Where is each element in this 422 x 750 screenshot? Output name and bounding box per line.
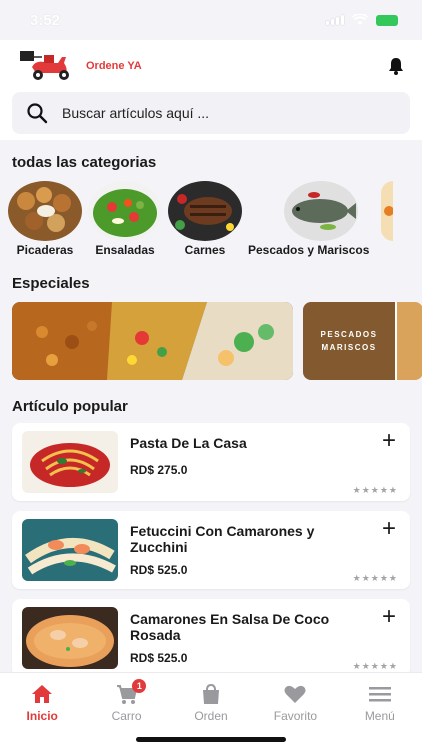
product-card[interactable]: Camarones En Salsa De Coco Rosada RD$ 52… (12, 599, 410, 677)
product-card[interactable]: Pasta De La Casa RD$ 275.0 + ★★★★★ (12, 423, 410, 501)
category-image (381, 181, 394, 241)
tab-menu[interactable]: Menú (338, 673, 422, 750)
tab-label: Orden (194, 709, 228, 723)
shopping-bag-icon (203, 683, 220, 704)
product-info: Fetuccini Con Camarones y Zucchini RD$ 5… (130, 519, 346, 581)
popular-title: Artículo popular (12, 398, 128, 415)
category-carnes[interactable]: Carnes (168, 181, 242, 257)
home-icon (32, 685, 53, 703)
categories-title: todas las categorias (12, 154, 157, 171)
category-list: Picaderas Ensaladas Carnes Pescados y Ma… (0, 181, 422, 257)
notification-bell-icon[interactable] (384, 54, 408, 78)
bottom-tab-bar: Inicio 1 Carro Orden Favorito Menú (0, 672, 422, 750)
rating-stars-icon: ★★★★★ (352, 485, 398, 495)
special-banner-pescados[interactable]: PESCADOS MARISCOS (303, 302, 422, 380)
search-input[interactable] (62, 105, 342, 121)
category-image (168, 181, 242, 241)
popular-list: Pasta De La Casa RD$ 275.0 + ★★★★★ Fetuc… (0, 423, 422, 677)
wifi-icon (352, 14, 368, 25)
product-name: Fetuccini Con Camarones y Zucchini (130, 523, 315, 555)
search-icon (27, 103, 48, 124)
product-image (22, 607, 118, 669)
category-pescados-mariscos[interactable]: Pescados y Mariscos (248, 181, 369, 257)
search-bar[interactable] (12, 92, 410, 134)
category-ensaladas[interactable]: Ensaladas (88, 181, 162, 257)
product-info: Pasta De La Casa RD$ 275.0 (130, 431, 346, 493)
category-more[interactable] (375, 181, 394, 257)
product-price: RD$ 525.0 (130, 563, 188, 577)
search-container (0, 92, 422, 140)
add-to-cart-plus-icon[interactable]: + (382, 517, 396, 541)
tab-label: Favorito (273, 709, 318, 723)
specials-carousel[interactable]: PESCADOS MARISCOS (0, 302, 422, 380)
category-label: Carnes (184, 243, 226, 257)
product-info: Camarones En Salsa De Coco Rosada RD$ 52… (130, 607, 346, 669)
category-label: Pescados y Mariscos (248, 243, 370, 257)
add-to-cart-plus-icon[interactable]: + (382, 429, 396, 453)
tab-label: Menú (364, 709, 395, 723)
product-card[interactable]: Fetuccini Con Camarones y Zucchini RD$ 5… (12, 511, 410, 589)
home-indicator (136, 737, 286, 742)
menu-hamburger-icon (368, 687, 391, 702)
category-image (283, 181, 358, 241)
status-icons (326, 14, 398, 26)
rating-stars-icon: ★★★★★ (352, 573, 398, 583)
special-banner-label: PESCADOS MARISCOS (320, 330, 378, 352)
tab-label: Inicio (26, 709, 58, 723)
category-picaderas[interactable]: Picaderas (8, 181, 82, 257)
status-time: 3:52 (30, 11, 61, 29)
product-name: Camarones En Salsa De Coco Rosada (130, 611, 330, 643)
specials-title: Especiales (12, 275, 90, 292)
product-image (22, 431, 118, 493)
product-image (22, 519, 118, 581)
product-name: Pasta De La Casa (130, 435, 247, 451)
status-bar: 3:52 (0, 0, 422, 40)
scooter-logo (18, 49, 76, 83)
app-header: Ordene YA (0, 40, 422, 92)
category-label: Picaderas (16, 243, 74, 257)
tab-inicio[interactable]: Inicio (0, 673, 84, 750)
heart-icon (284, 685, 306, 703)
special-banner-combo[interactable] (12, 302, 293, 380)
category-image (8, 181, 82, 241)
rating-stars-icon: ★★★★★ (352, 661, 398, 671)
category-image (88, 181, 162, 241)
brand-name: Ordene YA (86, 60, 142, 72)
category-label: Ensaladas (95, 243, 155, 257)
product-price: RD$ 525.0 (130, 651, 188, 665)
signal-icon (326, 15, 344, 25)
add-to-cart-plus-icon[interactable]: + (382, 605, 396, 629)
product-price: RD$ 275.0 (130, 463, 188, 477)
battery-icon (376, 14, 398, 26)
cart-count-badge: 1 (132, 679, 147, 693)
tab-label: Carro (111, 709, 142, 723)
